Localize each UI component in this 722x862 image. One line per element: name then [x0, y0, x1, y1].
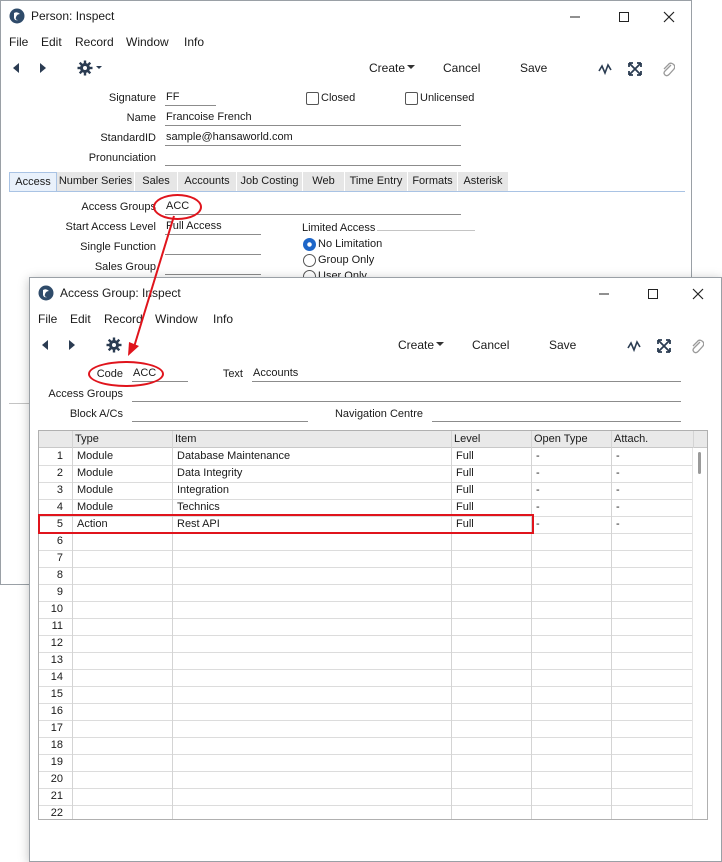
annotation-arrow	[128, 215, 175, 356]
